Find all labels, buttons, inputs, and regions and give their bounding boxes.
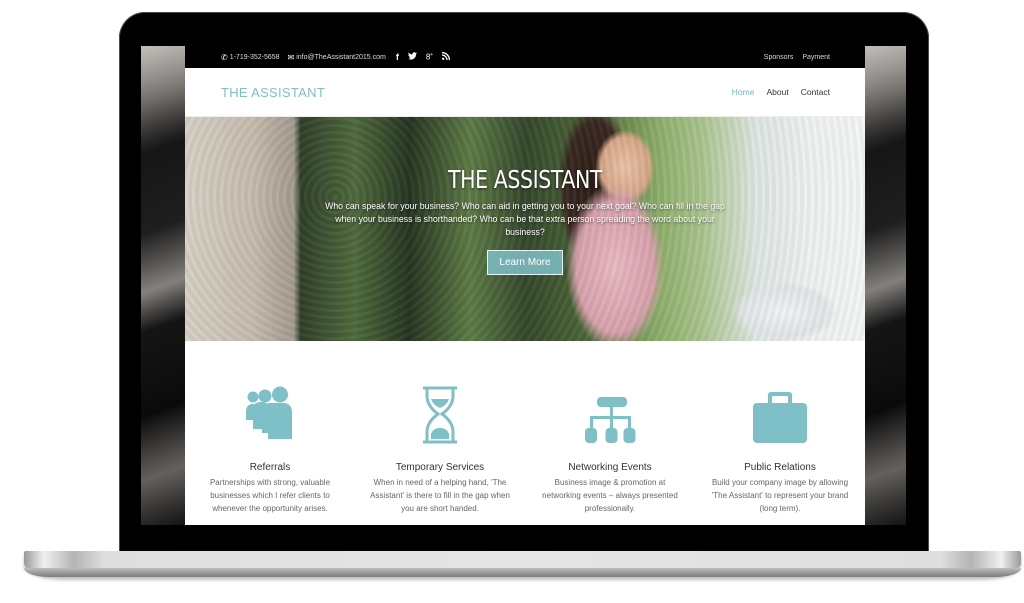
facebook-icon[interactable]: f [396,52,399,62]
site-header: THE ASSISTANT Home About Contact [185,68,865,117]
services-section: Referrals Partnerships with strong, valu… [185,341,865,515]
payment-link[interactable]: Payment [802,54,830,61]
service-temporary: Temporary Services When in need of a hel… [355,385,525,515]
phone-contact[interactable]: ✆ 1-719-352-5658 [221,53,280,62]
website: ✆ 1-719-352-5658 ✉ info@TheAssistant2015… [185,46,865,525]
service-title: Referrals [249,462,291,473]
laptop-base [24,551,1021,577]
service-description: Partnerships with strong, valuable busin… [209,478,331,513]
service-title: Public Relations [744,462,816,473]
rss-icon[interactable] [442,51,451,62]
service-referrals: Referrals Partnerships with strong, valu… [185,385,355,515]
phone-icon: ✆ [221,52,228,62]
service-description: Business image & promotion at networking… [542,478,678,513]
nav-about[interactable]: About [766,87,788,97]
envelope-icon: ✉ [287,52,295,62]
service-public-relations: Public Relations Build your company imag… [695,385,865,515]
email-address: info@TheAssistant2015.com [296,53,386,61]
briefcase-icon [753,392,807,443]
learn-more-button[interactable]: Learn More [487,250,563,275]
service-title: Temporary Services [395,462,485,473]
service-description: Build your company image by allowing 'Th… [711,478,849,513]
service-networking: Networking Events Business image & promo… [525,385,695,515]
phone-number: 1-719-352-5658 [229,53,280,61]
site-logo[interactable]: THE ASSISTANT [221,85,325,100]
sitemap-icon [585,397,636,443]
hero-banner: THE ASSISTANT Who can speak for your bus… [185,117,865,341]
email-contact[interactable]: ✉ info@TheAssistant2015.com [288,53,386,62]
sponsors-link[interactable]: Sponsors [764,54,794,61]
service-description: When in need of a helping hand, 'The Ass… [370,478,510,513]
hero-description: Who can speak for your business? Who can… [325,201,725,238]
service-title: Networking Events [568,462,652,473]
nav-contact[interactable]: Contact [801,87,830,97]
twitter-icon[interactable] [407,52,417,62]
background-photo-right [862,46,906,525]
nav-home[interactable]: Home [732,87,755,97]
social-links: f 8+ [396,51,451,62]
google-plus-icon[interactable]: 8+ [426,52,433,62]
hero-title: THE ASSISTANT [447,165,603,194]
hourglass-icon [423,386,457,444]
people-icon [246,386,292,439]
main-nav: Home About Contact [732,87,830,97]
top-bar: ✆ 1-719-352-5658 ✉ info@TheAssistant2015… [185,46,865,68]
laptop-screen: ✆ 1-719-352-5658 ✉ info@TheAssistant2015… [141,46,906,525]
background-photo-left [141,46,185,525]
